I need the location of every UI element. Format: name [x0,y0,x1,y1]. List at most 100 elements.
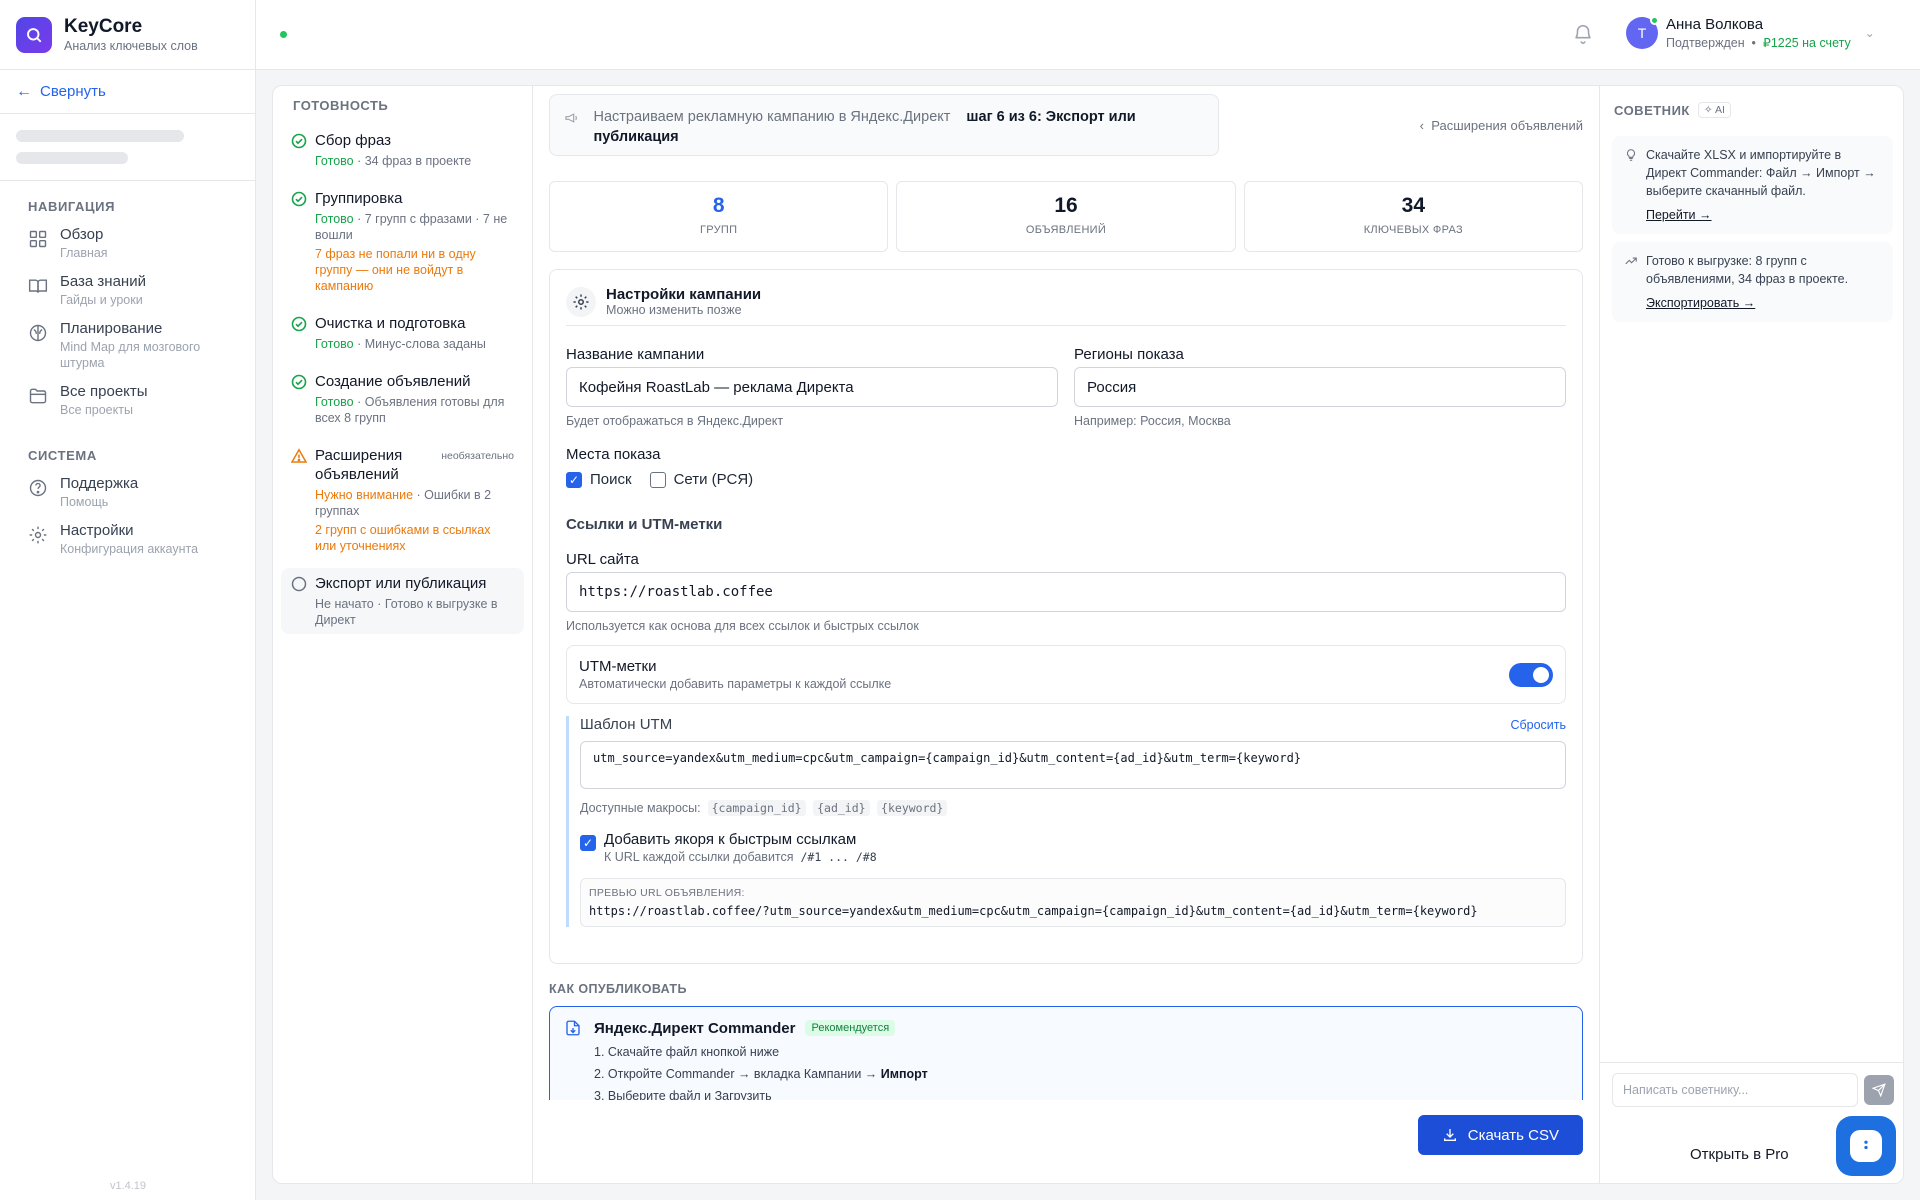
sidebar-item-planning[interactable]: Планирование Mind Map для мозгового штурм… [0,314,255,377]
check-circle-icon [291,374,307,390]
regions-hint: Например: Россия, Москва [1074,414,1231,428]
stat-groups: 8 ГРУПП [549,181,889,252]
book-icon [28,279,48,293]
sidebar-item-support[interactable]: Поддержка Помощь [0,469,255,516]
step-extensions[interactable]: Расширения объявлений необязательно Нужн… [281,440,524,560]
stat-value: 16 [1054,194,1078,217]
publish-step-text: 2. Откройте Commander → вкладка Кампании… [594,1067,881,1081]
step-warning: 7 фраз не попали ни в одну группу — они … [315,247,476,293]
lightbulb-icon [1626,149,1636,161]
sidebar-item-label: Поддержка [60,475,139,492]
utm-template-label: Шаблон UTM [580,716,673,733]
campaign-name-input[interactable]: Кофейня RoastLab — реклама Директа [566,367,1058,407]
step-title: Создание объявлений [315,373,471,390]
top-header: Т Анна Волкова Подтвержден • ₽1225 на сч… [256,0,1920,70]
advisor-input-row: Написать советнику... [1600,1062,1903,1117]
send-button[interactable] [1864,1075,1894,1105]
advisor-title: СОВЕТНИК [1614,102,1690,118]
sidebar-item-sub: Главная [60,246,108,260]
url-label: URL сайта [566,551,639,568]
url-input[interactable]: https://roastlab.coffee [566,572,1566,612]
stat-keywords: 34 КЛЮЧЕВЫХ ФРАЗ [1243,181,1583,252]
bell-icon[interactable] [1572,23,1594,45]
preview-url: https://roastlab.coffee/?utm_source=yand… [589,904,1478,918]
advisor-panel: СОВЕТНИК ✧ AI Скачайте XLSX и импортируй… [1599,86,1903,1183]
collapse-sidebar-button[interactable]: ← Свернуть [0,70,255,114]
online-indicator [1650,16,1659,25]
macro-chip[interactable]: {campaign_id} [707,800,806,816]
utm-toggle[interactable] [1509,662,1553,687]
app-logo[interactable] [16,16,52,53]
networks-checkbox-label: Сети (РСЯ) [673,471,754,488]
step-ads[interactable]: Создание объявлений Готово · Объявления … [281,366,524,432]
advisor-tip: Готово к выгрузке: 8 групп с объявлениям… [1612,242,1893,322]
tip-export-link[interactable]: Экспортировать → [1646,294,1755,312]
sparkle-icon: ✧ [1703,104,1713,116]
anchors-checkbox[interactable]: ✓ [580,835,596,851]
publish-option-commander[interactable]: Яндекс.Директ Commander Рекомендуется 1.… [549,1006,1583,1106]
chat-support-button[interactable] [1836,1116,1896,1176]
download-icon [1443,1129,1456,1141]
publish-step: 1. Скачайте файл кнопкой ниже [594,1045,780,1059]
macros-label: Доступные макросы: [580,801,701,815]
step-title: Расширения объявлений [315,447,403,483]
utm-template-input[interactable]: utm_source=yandex&utm_medium=cpc&utm_cam… [580,741,1566,789]
macro-chip[interactable]: {ad_id} [813,800,870,816]
macro-chip[interactable]: {keyword} [877,800,948,816]
links-section-title: Ссылки и UTM-метки [566,516,723,533]
step-status: Готово [315,337,354,351]
sidebar-item-sub: Mind Map для мозгового штурма [60,340,201,370]
tip-go-link[interactable]: Перейти → [1646,206,1712,224]
advisor-message-input[interactable]: Написать советнику... [1612,1073,1858,1107]
back-to-extensions-link[interactable]: ‹ Расширения объявлений [1420,118,1583,133]
folder-icon [29,388,47,404]
ai-badge: ✧ AI [1697,102,1731,118]
step-collect-phrases[interactable]: Сбор фраз Готово · 34 фраз в проекте [281,125,524,175]
tip-text: Готово к выгрузке: 8 групп с объявлениям… [1646,254,1849,286]
sidebar-item-knowledge-base[interactable]: База знаний Гайды и уроки [0,267,255,314]
wizard-banner: Настраиваем рекламную кампанию в Яндекс.… [549,94,1219,156]
regions-input[interactable]: Россия [1074,367,1566,407]
step-export[interactable]: Экспорт или публикация Не начато · Готов… [281,568,524,634]
publish-step-bold: Импорт [880,1067,928,1081]
back-link-label: Расширения объявлений [1431,118,1583,133]
readiness-title: ГОТОВНОСТЬ [293,98,389,113]
networks-checkbox[interactable] [649,471,666,488]
stat-ads: 16 ОБЪЯВЛЕНИЙ [896,181,1236,252]
download-csv-button[interactable]: Скачать CSV [1417,1115,1583,1155]
step-cleanup[interactable]: Очистка и подготовка Готово · Минус-слов… [281,308,524,358]
user-name: Анна Волкова [1666,16,1764,33]
step-grouping[interactable]: Группировка Готово · 7 групп с фразами ·… [281,183,524,300]
open-in-pro-link[interactable]: Открыть в Pro [1690,1146,1789,1163]
tip-text: Скачайте XLSX и импортируйте в Директ Co… [1646,148,1876,198]
step-warning: 2 групп с ошибками в ссылках или уточнен… [315,523,491,553]
preview-label: ПРЕВЬЮ URL ОБЪЯВЛЕНИЯ: [589,887,745,899]
optional-label: необязательно [441,450,514,462]
utm-title: UTM-метки [579,658,657,675]
connection-status-dot [280,31,287,38]
reset-template-button[interactable]: Сбросить [1510,718,1566,732]
step-title: Сбор фраз [315,132,392,149]
nav-section-title: НАВИГАЦИЯ [28,199,116,214]
utm-toggle-row: UTM-метки Автоматически добавить парамет… [566,645,1566,704]
app-version: v1.4.19 [109,1180,147,1192]
search-icon [27,27,42,42]
chat-icon [1850,1130,1882,1162]
circle-icon [291,576,307,592]
check-circle-icon [291,191,307,207]
campaign-name-label: Название кампании [566,346,705,363]
brand-name: KeyCore [64,16,143,37]
sidebar-item-label: Все проекты [60,383,148,400]
user-menu[interactable]: Т Анна Волкова Подтвержден • ₽1225 на сч… [1626,16,1875,50]
check-circle-icon [291,133,307,149]
sidebar-item-all-projects[interactable]: Все проекты Все проекты [0,377,255,424]
gear-icon [29,526,47,544]
system-section-title: СИСТЕМА [28,448,97,463]
sidebar-item-settings[interactable]: Настройки Конфигурация аккаунта [0,516,255,563]
publish-section-title: КАК ОПУБЛИКОВАТЬ [549,982,687,996]
step-meta: · Минус-слова заданы [353,337,486,351]
step-status: Готово [315,212,354,226]
search-checkbox[interactable]: ✓ [566,471,582,488]
sidebar-item-overview[interactable]: Обзор Главная [0,220,255,267]
brand-header: KeyCore Анализ ключевых слов [0,0,255,70]
